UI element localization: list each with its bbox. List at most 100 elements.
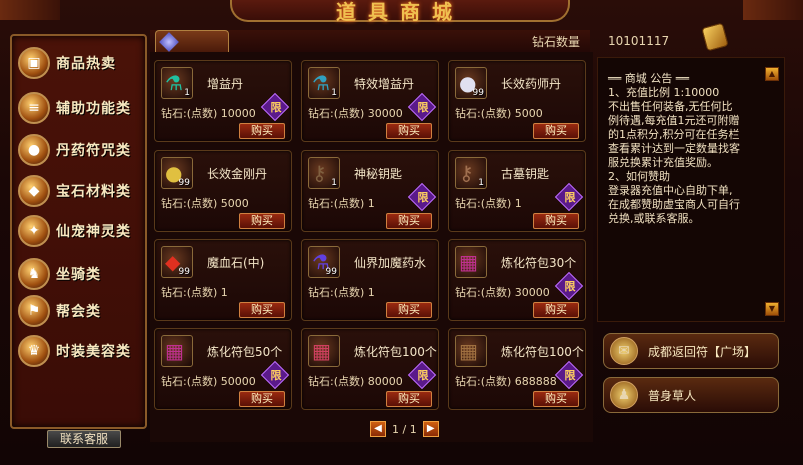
buy-button[interactable]: 购买 [533,391,579,407]
product-card: ▦ 炼化符包50个 限 钻石:(点数) 50000 购买 [154,328,292,410]
pagination: ◀ 1 / 1 ▶ [370,421,439,437]
limited-badge-text: 限 [564,280,576,293]
product-name: 炼化符包100个 [501,345,584,359]
next-page-button[interactable]: ▶ [422,421,439,437]
book-icon: ≡ [18,92,50,124]
buy-button[interactable]: 购买 [386,391,432,407]
product-price: 钻石:(点数) 1 [308,197,375,210]
quick-item-label: 普身草人 [648,388,697,403]
product-icon: ◆ 99 [161,246,193,278]
sidebar-item-label: 坐骑类 [56,267,101,283]
quick-item-scarecrow[interactable]: ♟ 普身草人 [603,377,779,413]
sidebar-item-pills[interactable]: ● 丹药符咒类 [18,133,146,167]
product-price: 钻石:(点数) 688888 [455,375,557,388]
quick-item-label: 成都返回符【广场】 [648,344,757,359]
pill-icon: ● [18,134,50,166]
sidebar-item-label: 时装美容类 [56,344,131,360]
buy-button[interactable]: 购买 [239,123,285,139]
sidebar-item-costume[interactable]: ♛ 时装美容类 [18,334,146,368]
limited-badge-text: 限 [564,369,576,382]
buy-button[interactable]: 购买 [533,123,579,139]
product-icon: ▦ [308,335,340,367]
product-card: ▦ 炼化符包100个 限 钻石:(点数) 688888 购买 [448,328,586,410]
product-card: ⚗ 1 增益丹 限 钻石:(点数) 10000 购买 [154,60,292,142]
sidebar-item-mounts[interactable]: ♞ 坐骑类 [18,257,146,291]
product-icon: ▦ [455,335,487,367]
sidebar-item-label: 商品热卖 [56,56,116,72]
product-card: ◆ 99 魔血石(中) 钻石:(点数) 1 购买 [154,239,292,321]
product-card: ⚷ 1 古墓钥匙 限 钻石:(点数) 1 购买 [448,150,586,232]
sidebar-item-aux[interactable]: ≡ 辅助功能类 [18,91,146,125]
buy-button[interactable]: 购买 [533,213,579,229]
product-card: ▦ 炼化符包30个 限 钻石:(点数) 30000 购买 [448,239,586,321]
contact-support-button[interactable]: 联系客服 [47,430,121,448]
product-name: 古墓钥匙 [501,167,550,181]
buy-button[interactable]: 购买 [239,302,285,318]
limited-badge-text: 限 [564,191,576,204]
product-card: ● 99 长效药师丹 钻石:(点数) 5000 购买 [448,60,586,142]
corner-ornament [743,0,803,20]
sidebar-item-gems[interactable]: ◆ 宝石材料类 [18,174,146,208]
product-card: ⚗ 1 特效增益丹 限 钻石:(点数) 30000 购买 [301,60,439,142]
product-grid: ⚗ 1 增益丹 限 钻石:(点数) 10000 购买 ⚗ 1 特效增益丹 限 钻石:… [150,52,593,442]
scroll-icon: ✉ [610,337,638,365]
product-icon: ▦ [455,246,487,278]
product-icon: ⚷ 1 [308,157,340,189]
sidebar-item-pets[interactable]: ✦ 仙宠神灵类 [18,214,146,248]
product-icon: ⚗ 99 [308,246,340,278]
product-name: 神秘钥匙 [354,167,403,181]
quick-item-teleport[interactable]: ✉ 成都返回符【广场】 [603,333,779,369]
buy-button[interactable]: 购买 [239,213,285,229]
product-price: 钻石:(点数) 80000 [308,375,403,388]
product-price: 钻石:(点数) 1 [161,286,228,299]
sidebar-item-guild[interactable]: ⚑ 帮会类 [18,294,146,328]
sidebar-item-label: 宝石材料类 [56,184,131,200]
buy-button[interactable]: 购买 [386,302,432,318]
category-sidebar: ▣ 商品热卖 ≡ 辅助功能类 ● 丹药符咒类 ◆ 宝石材料类 ✦ 仙宠神灵类 ♞… [10,34,147,429]
prev-page-button[interactable]: ◀ [370,421,386,437]
product-name: 炼化符包30个 [501,256,577,270]
buy-button[interactable]: 购买 [239,391,285,407]
sidebar-item-label: 仙宠神灵类 [56,224,131,240]
product-icon: ● 99 [455,67,487,99]
sidebar-item-label: 帮会类 [56,304,101,320]
notice-panel: ══ 商城 公告 ══ 1、充值比例 1:10000 不出售任何装备,无任何比 … [597,57,785,322]
page-title: 道具商城 [336,0,464,24]
diamond-value: 10101117 [608,34,670,48]
product-card: ▦ 炼化符包100个 限 钻石:(点数) 80000 购买 [301,328,439,410]
buy-button[interactable]: 购买 [533,302,579,318]
sidebar-item-label: 丹药符咒类 [56,143,131,159]
limited-badge-text: 限 [417,101,429,114]
sidebar-item-label: 辅助功能类 [56,101,131,117]
product-icon: ⚗ 1 [308,67,340,99]
costume-icon: ♛ [18,335,50,367]
sidebar-item-hot[interactable]: ▣ 商品热卖 [18,46,146,80]
scroll-up-button[interactable]: ▲ [765,67,779,81]
product-name: 魔血石(中) [207,256,265,270]
notice-line: 兑换,或联系客服。 [608,212,700,225]
title-banner: 道具商城 [230,0,570,24]
page-indicator: 1 / 1 [392,422,417,436]
corner-ornament [0,0,60,20]
diamond-label: 钻石数量 [532,34,581,49]
product-card: ⚷ 1 神秘钥匙 限 钻石:(点数) 1 购买 [301,150,439,232]
product-price: 钻石:(点数) 1 [308,286,375,299]
product-name: 炼化符包50个 [207,345,283,359]
product-price: 钻石:(点数) 1 [455,197,522,210]
product-name: 增益丹 [207,77,244,91]
product-card: ⚗ 99 仙界加魔药水 钻石:(点数) 1 购买 [301,239,439,321]
limited-badge-text: 限 [417,369,429,382]
product-icon: ⚷ 1 [455,157,487,189]
product-icon: ⚗ 1 [161,67,193,99]
product-price: 钻石:(点数) 5000 [455,107,543,120]
horse-icon: ♞ [18,258,50,290]
diamond-balance: 钻石数量 10101117 [526,30,786,52]
shop-window: 道具商城 ▣ 商品热卖 ≡ 辅助功能类 ● 丹药符咒类 ◆ 宝石材料类 ✦ 仙宠… [0,0,803,465]
scarecrow-icon: ♟ [610,381,638,409]
gem-icon: ◆ [18,175,50,207]
buy-button[interactable]: 购买 [386,123,432,139]
scroll-down-button[interactable]: ▼ [765,302,779,316]
buy-button[interactable]: 购买 [386,213,432,229]
tab-items[interactable] [155,30,229,52]
product-card: ● 99 长效金刚丹 钻石:(点数) 5000 购买 [154,150,292,232]
